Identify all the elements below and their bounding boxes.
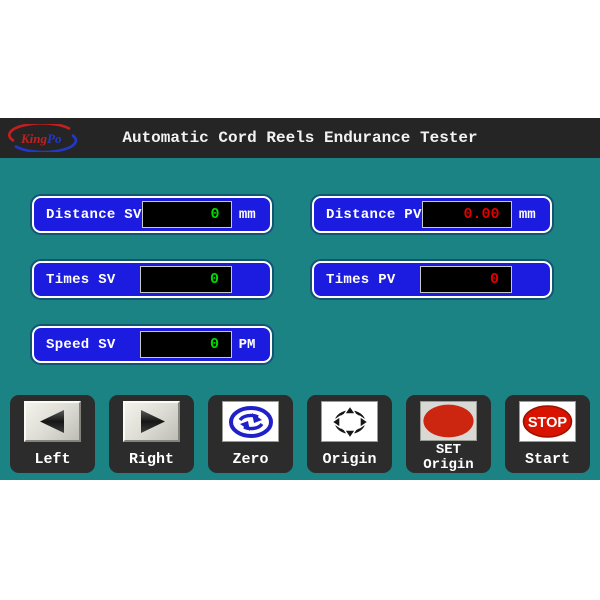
arrow-right-icon xyxy=(123,401,180,442)
left-button-label: Left xyxy=(34,451,70,468)
times-pv-field: 0 xyxy=(420,266,512,293)
panel-distance-sv: Distance SV 0 mm xyxy=(32,196,272,233)
panel-speed-sv: Speed SV 0 PM xyxy=(32,326,272,363)
panel-distance-pv: Distance PV 0.00 mm xyxy=(312,196,552,233)
set-origin-button[interactable]: SET Origin xyxy=(406,395,491,473)
sync-arrows-icon xyxy=(222,401,279,442)
left-button[interactable]: Left xyxy=(10,395,95,473)
start-button-label: Start xyxy=(525,451,570,468)
screenshot-page: KingPo Automatic Cord Reels Endurance Te… xyxy=(0,0,600,600)
arrow-left-icon xyxy=(24,401,81,442)
origin-button[interactable]: Origin xyxy=(307,395,392,473)
right-button[interactable]: Right xyxy=(109,395,194,473)
red-ellipse-icon xyxy=(420,401,477,441)
stop-icon-text: STOP xyxy=(528,415,568,431)
zero-button[interactable]: Zero xyxy=(208,395,293,473)
speed-sv-unit: PM xyxy=(232,337,262,353)
right-button-label: Right xyxy=(129,451,174,468)
button-row: Left Right xyxy=(0,395,600,473)
panel-times-sv: Times SV 0 xyxy=(32,261,272,298)
distance-pv-label: Distance PV xyxy=(326,207,422,223)
title-bar: KingPo Automatic Cord Reels Endurance Te… xyxy=(0,118,600,158)
speed-sv-field[interactable]: 0 xyxy=(140,331,232,358)
origin-target-icon xyxy=(321,401,378,442)
set-origin-button-label: SET Origin xyxy=(423,443,473,473)
distance-sv-label: Distance SV xyxy=(46,207,142,223)
distance-sv-unit: mm xyxy=(232,207,262,223)
distance-pv-field: 0.00 xyxy=(422,201,513,228)
start-button[interactable]: STOP Start xyxy=(505,395,590,473)
page-title: Automatic Cord Reels Endurance Tester xyxy=(0,118,600,158)
distance-sv-field[interactable]: 0 xyxy=(142,201,233,228)
panel-times-pv: Times PV 0 xyxy=(312,261,552,298)
times-sv-label: Times SV xyxy=(46,272,116,288)
times-sv-field[interactable]: 0 xyxy=(140,266,232,293)
speed-sv-label: Speed SV xyxy=(46,337,116,353)
zero-button-label: Zero xyxy=(232,451,268,468)
set-origin-label-line2: Origin xyxy=(423,457,473,473)
distance-pv-unit: mm xyxy=(512,207,542,223)
set-origin-label-line1: SET xyxy=(436,442,461,458)
hmi-window: KingPo Automatic Cord Reels Endurance Te… xyxy=(0,118,600,480)
origin-button-label: Origin xyxy=(322,451,376,468)
times-pv-label: Times PV xyxy=(326,272,396,288)
stop-sign-icon: STOP xyxy=(519,401,576,442)
main-area: Distance SV 0 mm Distance PV 0.00 mm Tim… xyxy=(0,158,600,480)
